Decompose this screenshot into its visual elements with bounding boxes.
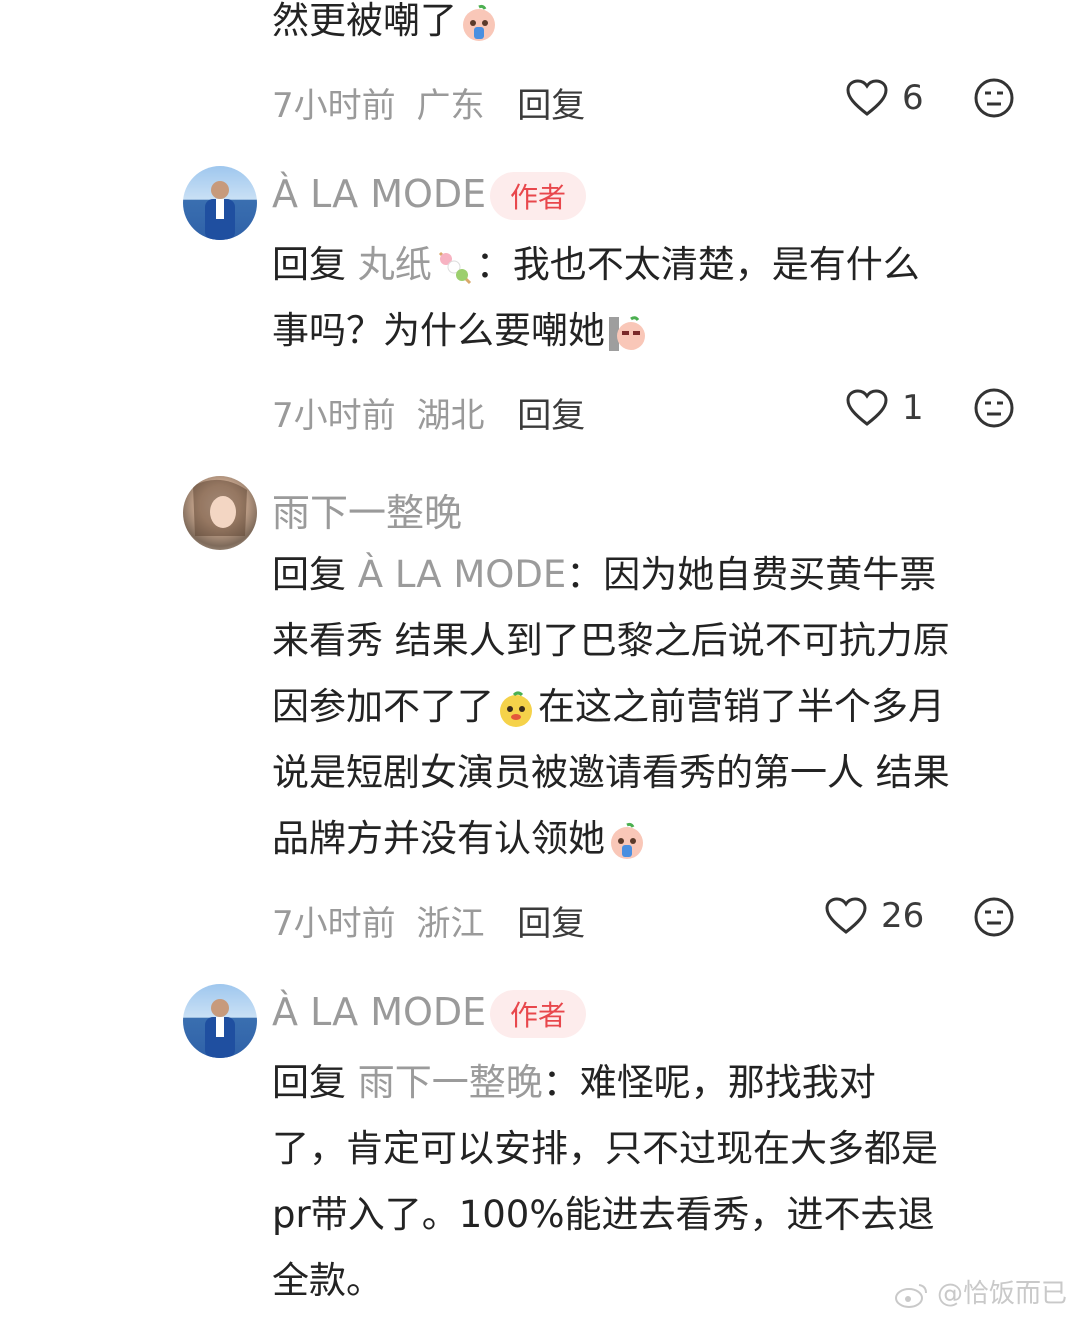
heart-icon <box>846 79 888 116</box>
heart-icon <box>846 389 888 426</box>
comment-text-line: 来看秀 结果人到了巴黎之后说不可抗力原 <box>272 619 950 662</box>
like-button[interactable]: 1 <box>846 388 924 428</box>
mango-face-icon <box>500 691 532 727</box>
reply-button[interactable]: 回复 <box>517 396 585 436</box>
like-button[interactable]: 26 <box>825 896 924 936</box>
mention-link[interactable]: À LA MODE <box>358 553 567 596</box>
comment-text-line: 因参加不了了 <box>272 685 494 728</box>
comment-text-line: pr带入了。100%能进去看秀，进不去退 <box>272 1193 935 1236</box>
mention-link[interactable]: 雨下一整晚 <box>358 1061 543 1104</box>
comment-text-line: 事吗？为什么要嘲她 <box>272 309 605 352</box>
comment-text-line: ：因为她自费买黄牛票 <box>566 553 937 596</box>
like-count: 1 <box>902 388 924 428</box>
reply-prefix: 回复 <box>272 1061 346 1104</box>
peeking-peach-icon <box>609 315 645 351</box>
comment-location: 广东 <box>416 86 485 126</box>
dango-icon <box>438 251 471 284</box>
comment-text-line: 全款。 <box>272 1259 383 1302</box>
comment-time: 7小时前 <box>272 86 396 126</box>
comment-text-line: 然更被嘲了 <box>272 0 457 42</box>
avatar[interactable] <box>183 984 257 1058</box>
comment-text: 然更被嘲了 <box>272 0 501 54</box>
like-count: 6 <box>902 78 924 118</box>
author-badge: 作者 <box>490 990 586 1038</box>
crying-peach-icon <box>463 4 495 41</box>
reply-prefix: 回复 <box>272 243 346 286</box>
comment-username[interactable]: À LA MODE <box>272 990 486 1034</box>
avatar-person-icon <box>205 181 235 240</box>
weibo-logo-icon <box>894 1283 927 1308</box>
comment-text: 回复 丸纸 ：我也不太清楚，是有什么 事吗？为什么要嘲她 <box>272 232 920 364</box>
avatar-person-icon <box>205 999 235 1058</box>
reply-button[interactable]: 回复 <box>517 904 585 944</box>
like-button[interactable]: 6 <box>846 78 924 118</box>
heart-icon <box>825 897 867 934</box>
comment-meta: 7小时前 湖北 回复 <box>272 388 585 437</box>
dislike-face-icon[interactable] <box>973 77 1015 119</box>
reply-prefix: 回复 <box>272 553 346 596</box>
avatar[interactable] <box>183 476 257 550</box>
crying-peach-icon <box>611 822 643 859</box>
comment-text-line: 了，肯定可以安排，只不过现在大多都是 <box>272 1127 938 1170</box>
comment-text-line: ：难怪呢，那找我对 <box>542 1061 876 1104</box>
comment-text: 回复 雨下一整晚：难怪呢，那找我对 了，肯定可以安排，只不过现在大多都是 pr带… <box>272 1050 938 1314</box>
mention-link[interactable]: 丸纸 <box>358 243 432 286</box>
author-badge: 作者 <box>490 172 586 220</box>
comment-location: 湖北 <box>416 396 485 436</box>
comment-time: 7小时前 <box>272 904 396 944</box>
watermark: @恰饭而已 <box>894 1273 1067 1310</box>
like-count: 26 <box>881 896 925 936</box>
watermark-text: @恰饭而已 <box>936 1279 1067 1309</box>
comment-meta: 7小时前 浙江 回复 <box>272 896 585 945</box>
reply-button[interactable]: 回复 <box>517 86 585 126</box>
comment-text: 回复 À LA MODE：因为她自费买黄牛票 来看秀 结果人到了巴黎之后说不可抗… <box>272 542 950 872</box>
comment-text-line: ：我也不太清楚，是有什么 <box>475 243 920 286</box>
comment-time: 7小时前 <box>272 396 396 436</box>
comment-username[interactable]: À LA MODE <box>272 172 486 216</box>
comment-location: 浙江 <box>416 904 485 944</box>
dislike-face-icon[interactable] <box>973 387 1015 429</box>
comment-text-line: 品牌方并没有认领她 <box>272 817 605 860</box>
comment-username[interactable]: 雨下一整晚 <box>272 482 462 537</box>
comment-text-line: 说是短剧女演员被邀请看秀的第一人 结果 <box>272 751 950 794</box>
avatar[interactable] <box>183 166 257 240</box>
avatar-person-icon <box>193 479 247 536</box>
dislike-face-icon[interactable] <box>973 896 1015 938</box>
comment-meta: 7小时前 广东 回复 <box>272 78 585 127</box>
comment-text-line: 在这之前营销了半个多月 <box>538 685 945 728</box>
